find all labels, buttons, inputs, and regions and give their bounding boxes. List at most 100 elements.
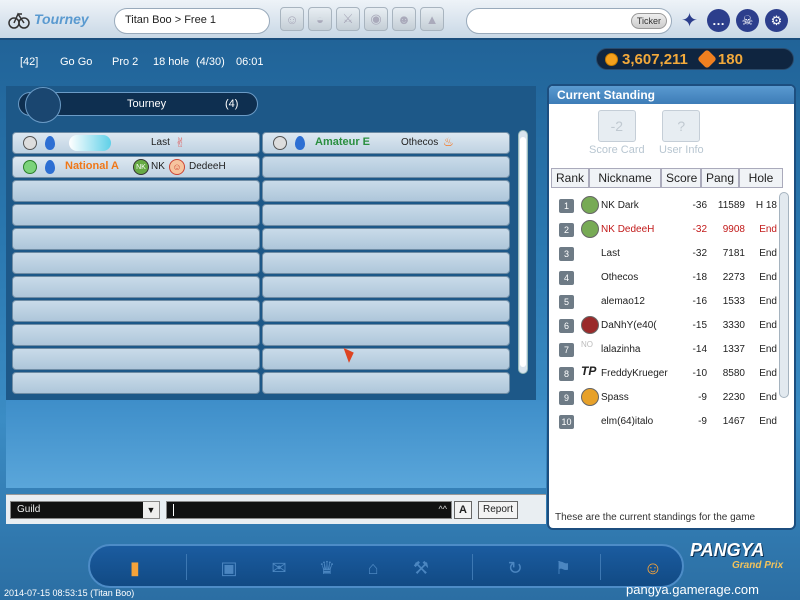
empty-slot[interactable] <box>12 348 260 370</box>
home-icon <box>23 160 37 174</box>
character-icon[interactable]: ☺ <box>280 7 304 31</box>
col-nickname[interactable]: Nickname <box>589 168 661 188</box>
empty-slot[interactable] <box>12 204 260 226</box>
table-row[interactable]: 2 NK DedeeH -32 9908 End <box>555 220 777 240</box>
comet-ball-icon <box>69 135 111 151</box>
table-row[interactable]: 6 DaNhY(e40( -15 3330 End <box>555 316 777 336</box>
chat-input[interactable]: ^^ <box>166 501 452 519</box>
col-rank[interactable]: Rank <box>551 168 589 188</box>
empty-slot[interactable] <box>12 324 260 346</box>
empty-slot[interactable] <box>12 276 260 298</box>
standings-scrollbar[interactable] <box>779 192 789 398</box>
water-drop-icon <box>45 160 55 174</box>
slot-scrollbar[interactable] <box>518 130 528 374</box>
empty-slot[interactable] <box>262 276 510 298</box>
character-portrait-icon[interactable]: ☺ <box>638 554 668 582</box>
ticker-button[interactable]: Ticker <box>630 13 667 29</box>
table-row[interactable]: 3 Last -32 7181 End <box>555 244 777 264</box>
font-size-button[interactable]: A <box>454 501 472 519</box>
table-row[interactable]: 9 Spass -9 2230 End <box>555 388 777 408</box>
toolbar-divider <box>472 554 473 580</box>
chat-icon[interactable]: … <box>707 9 730 32</box>
score: -18 <box>692 272 707 283</box>
pang-amount: 3,607,211 <box>622 50 688 68</box>
cookie-icon <box>697 49 717 69</box>
table-row[interactable]: 7 NO lalazinha -14 1337 End <box>555 340 777 360</box>
empty-slot[interactable] <box>262 324 510 346</box>
hole: H 18 <box>755 200 777 211</box>
hole: End <box>759 368 777 379</box>
chat-channel-select[interactable]: Guild ▼ <box>10 501 160 519</box>
empty-slot[interactable] <box>262 156 510 178</box>
player-slot[interactable]: National A NK NK ☺ DedeeH <box>12 156 260 178</box>
score-card-button[interactable]: -2 Score Card <box>589 110 645 156</box>
col-hole[interactable]: Hole <box>739 168 783 188</box>
mail-icon[interactable]: ✉ <box>264 554 294 582</box>
refresh-icon[interactable]: ↻ <box>500 554 530 582</box>
empty-slot[interactable] <box>262 372 510 394</box>
game-time: 06:01 <box>236 56 264 68</box>
score-card-label: Score Card <box>589 144 645 156</box>
rank-badge: 9 <box>559 391 574 405</box>
table-row[interactable]: 5 alemao12 -16 1533 End <box>555 292 777 312</box>
empty-slot[interactable] <box>262 348 510 370</box>
caddie-icon[interactable]: ◒ <box>308 7 332 31</box>
club-icon[interactable]: ⚔ <box>336 7 360 31</box>
emoticon-toggle[interactable]: ^^ <box>439 504 447 514</box>
empty-slot[interactable] <box>262 300 510 322</box>
player-slot[interactable]: Amateur E Othecos ♨ <box>262 132 510 154</box>
hole: End <box>759 224 777 235</box>
empty-slot[interactable] <box>12 252 260 274</box>
chart-icon[interactable]: ▲ <box>420 7 444 31</box>
user-info-button[interactable]: ? User Info <box>659 110 704 156</box>
empty-slot[interactable] <box>262 252 510 274</box>
chat-channel-value: Guild <box>17 504 41 515</box>
shop-icon[interactable]: ▣ <box>214 554 244 582</box>
sparkle-icon[interactable]: ✦ <box>678 9 701 32</box>
col-score[interactable]: Score <box>661 168 701 188</box>
nickname: FreddyKrueger <box>601 368 668 379</box>
score: -36 <box>692 200 707 211</box>
table-row[interactable]: 1 NK Dark -36 11589 H 18 <box>555 196 777 216</box>
skull-icon[interactable]: ☠ <box>736 9 759 32</box>
bicycle-icon <box>8 12 30 29</box>
trophy-icon[interactable]: ♛ <box>312 554 342 582</box>
empty-slot[interactable] <box>262 180 510 202</box>
pang: 1467 <box>722 416 745 427</box>
ticker-field[interactable]: Ticker <box>466 8 672 34</box>
toolbar-divider <box>186 554 187 580</box>
guild-emblem-icon <box>581 196 599 214</box>
empty-slot[interactable] <box>262 204 510 226</box>
empty-slot[interactable] <box>12 300 260 322</box>
empty-slot[interactable] <box>12 180 260 202</box>
table-row[interactable]: 4 Othecos -18 2273 End <box>555 268 777 288</box>
tourney-title: Tourney <box>127 98 167 110</box>
tools-icon[interactable]: ⚒ <box>406 554 436 582</box>
empty-slot[interactable] <box>262 228 510 250</box>
hole-count: 18 hole <box>153 56 190 68</box>
face-icon: ☺ <box>169 159 185 175</box>
player-slot[interactable]: Last ✌ <box>12 132 260 154</box>
rank-badge: 8 <box>559 367 574 381</box>
house-icon[interactable]: ⌂ <box>358 554 388 582</box>
stop-icon <box>23 136 37 150</box>
gear-icon[interactable]: ⚙ <box>765 9 788 32</box>
pang: 1337 <box>722 344 745 355</box>
score: -9 <box>698 392 707 403</box>
table-row[interactable]: 8 TP FreddyKrueger -10 8580 End <box>555 364 777 384</box>
empty-slot[interactable] <box>12 228 260 250</box>
table-row[interactable]: 10 elm(64)italo -9 1467 End <box>555 412 777 432</box>
exit-door-icon[interactable]: ▮ <box>120 554 150 582</box>
bottom-toolbar: ▮ ▣ ✉ ♛ ⌂ ⚒ ↻ ⚑ ☺ <box>88 544 684 588</box>
hole: End <box>759 392 777 403</box>
top-icon-group: ☺ ◒ ⚔ ◉ ☻ ▲ <box>280 7 444 31</box>
scroll-thumb[interactable] <box>520 137 526 367</box>
ball-icon[interactable]: ◉ <box>364 7 388 31</box>
mascot-icon[interactable]: ☻ <box>392 7 416 31</box>
link-icon[interactable]: ⚑ <box>548 554 578 582</box>
report-button[interactable]: Report <box>478 501 518 519</box>
chevron-down-icon[interactable]: ▼ <box>143 502 159 518</box>
no-emblem-icon: NO <box>581 340 593 349</box>
col-pang[interactable]: Pang <box>701 168 739 188</box>
empty-slot[interactable] <box>12 372 260 394</box>
